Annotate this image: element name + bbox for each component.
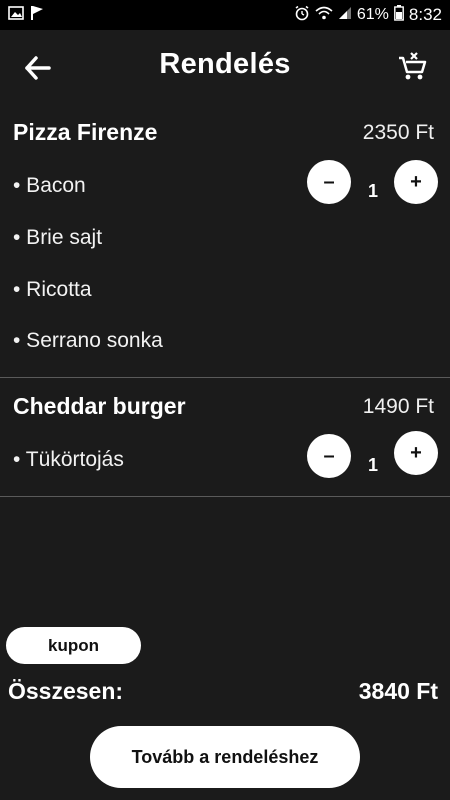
quantity-value: 1 [367,455,378,475]
battery-percent: 61% [356,6,389,23]
item-option: • Ricotta [13,278,92,301]
app-header: Rendelés [0,30,450,108]
item-option: • Bacon [13,174,86,197]
status-right: 61% 8:32 [294,4,442,26]
item-name: Cheddar burger [13,393,186,419]
flag-icon [30,5,44,26]
item-price: 2350 Ft [362,121,434,144]
total-value: 3840 Ft [358,678,438,704]
item-option: • Serrano sonka [13,329,163,352]
divider [0,377,450,378]
page-title: Rendelés [159,48,291,80]
increase-quantity-button[interactable]: + [394,431,438,475]
item-price: 1490 Ft [362,395,434,418]
decrease-quantity-button[interactable]: – [307,160,351,204]
alarm-icon [294,5,310,26]
divider [0,496,450,497]
signal-icon [338,6,352,25]
order-screen: 61% 8:32 Rendelés Pizza Firenze 2350 Ft … [0,0,450,800]
status-left [8,5,44,26]
continue-order-button[interactable]: Tovább a rendeléshez [90,726,360,788]
wifi-icon [315,6,333,25]
cart-button[interactable] [396,50,430,84]
item-option: • Brie sajt [13,226,103,249]
coupon-button[interactable]: kupon [6,627,141,664]
increase-quantity-button[interactable]: + [394,160,438,204]
total-label: Összesen: [8,678,124,704]
item-name: Pizza Firenze [13,119,158,145]
decrease-quantity-button[interactable]: – [307,434,351,478]
cart-remove-icon [399,52,427,80]
item-option: • Tükörtojás [13,448,124,471]
battery-icon [394,4,404,26]
quantity-value: 1 [367,181,378,201]
status-bar: 61% 8:32 [0,0,450,30]
gallery-icon [8,5,24,25]
clock: 8:32 [408,5,442,24]
